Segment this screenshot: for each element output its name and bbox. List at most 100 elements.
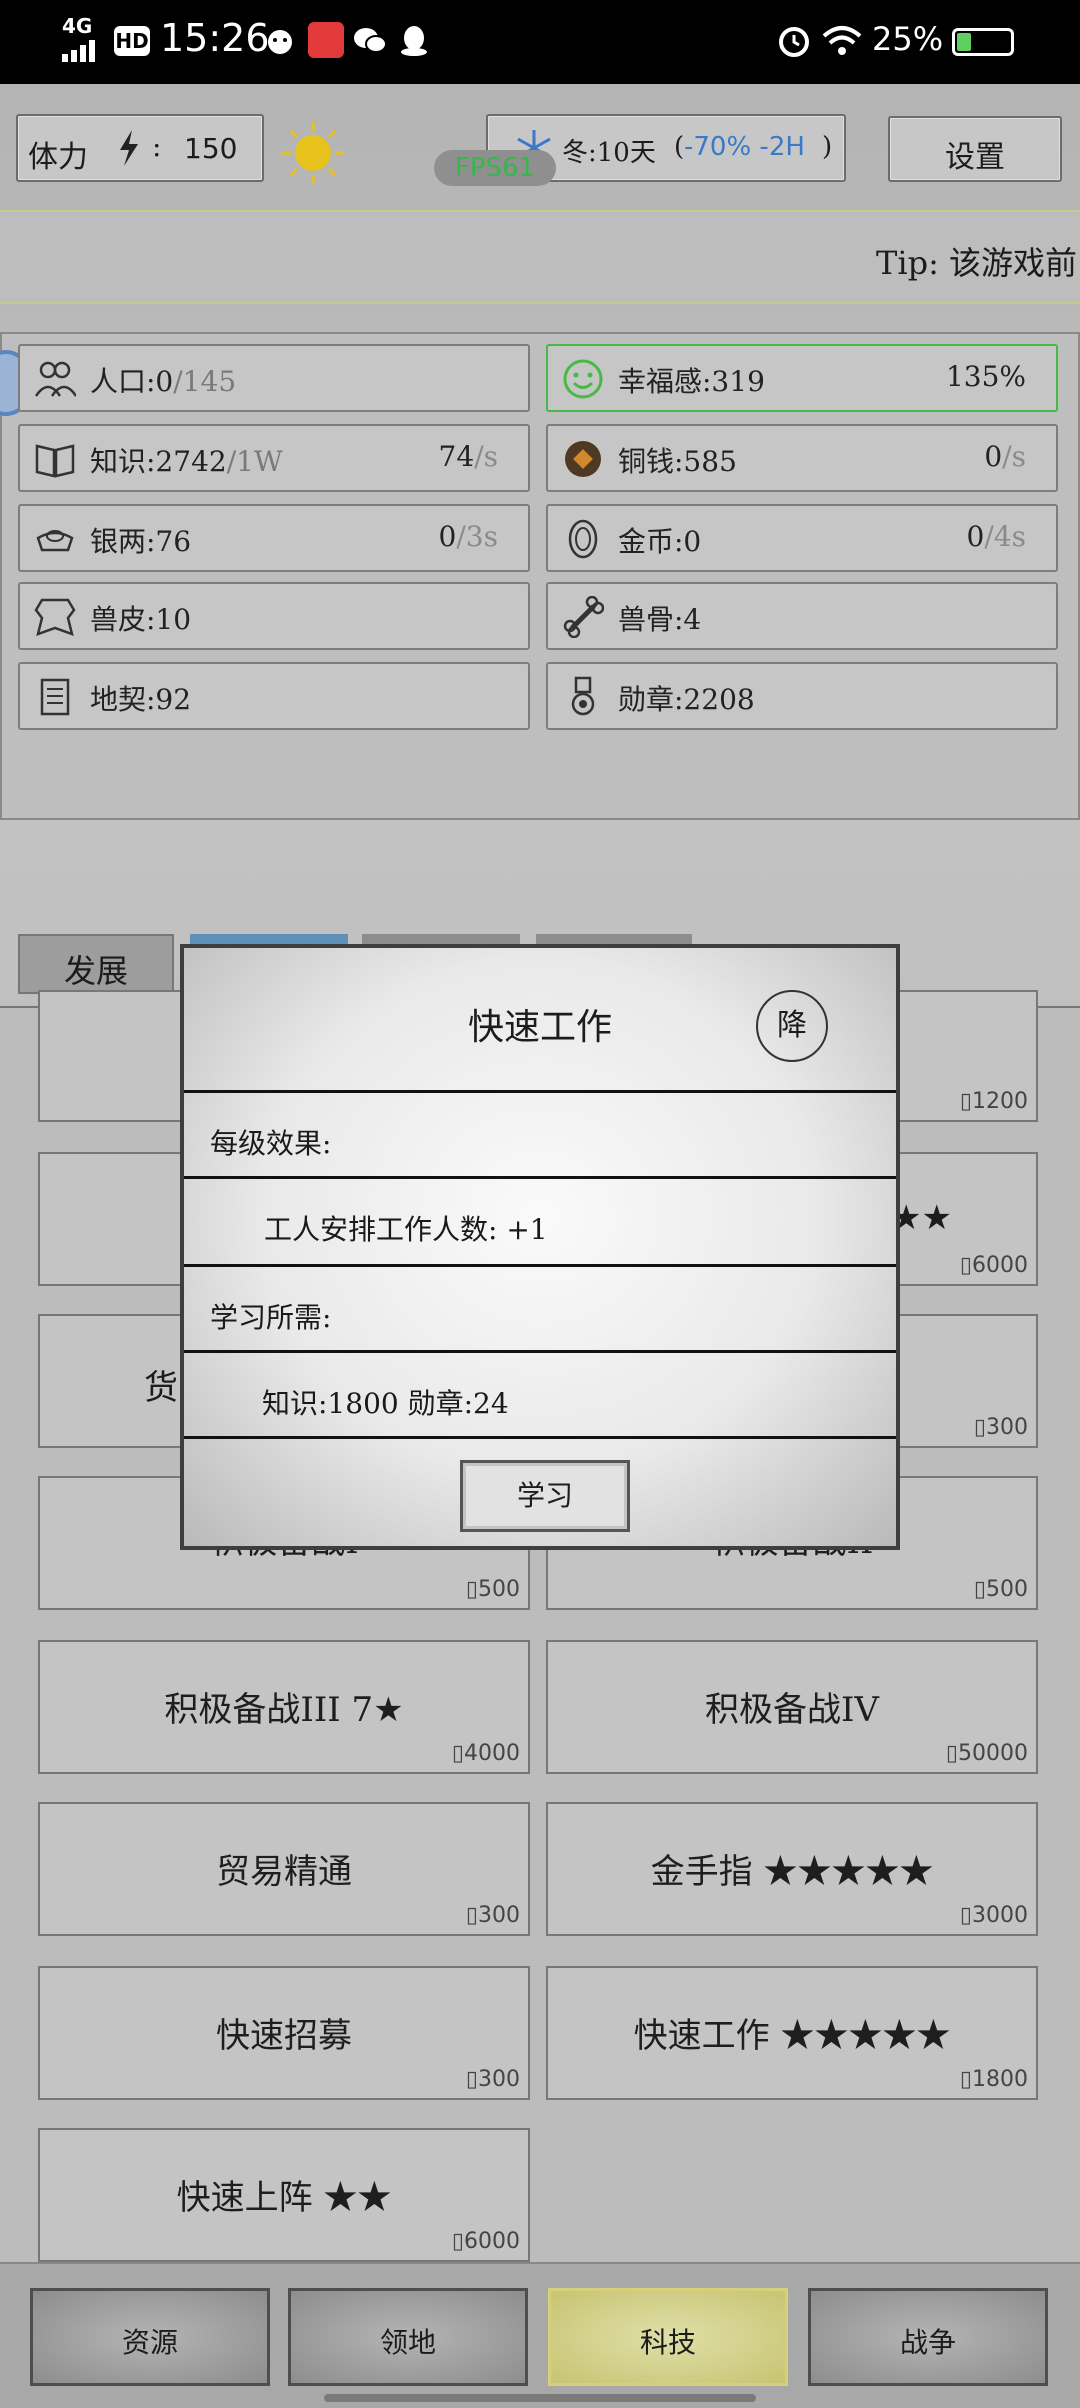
people-icon xyxy=(34,358,78,400)
nav-war[interactable]: 战争 xyxy=(808,2288,1048,2386)
nav-territory[interactable]: 领地 xyxy=(288,2288,528,2386)
signal-icon xyxy=(62,40,102,62)
tab-develop[interactable]: 发展 xyxy=(18,934,174,994)
resource-bone: 兽骨:4 xyxy=(546,582,1058,650)
divider xyxy=(184,1264,896,1267)
hd-badge: HD xyxy=(114,26,150,56)
silver-rate: 0 xyxy=(438,520,457,553)
tech-name: 快速招募 xyxy=(216,2016,352,2056)
tech-detail-dialog: 快速工作 降 每级效果: 工人安排工作人数: +1 学习所需: 知识:1800 … xyxy=(180,944,900,1550)
robot-notification-icon xyxy=(262,22,298,58)
gold-value: 金币:0 xyxy=(618,525,702,558)
smiley-icon xyxy=(562,358,604,400)
nav-resources-label: 资源 xyxy=(121,2326,178,2359)
tech-cost: 4000 xyxy=(464,1741,520,1766)
book-icon: ▯ xyxy=(959,1253,972,1278)
bone-icon xyxy=(562,595,605,639)
tech-cost: 6000 xyxy=(464,2229,520,2254)
gold-rate: 0 xyxy=(966,520,985,553)
silver-ingot-icon xyxy=(34,518,76,560)
tip-bar: Tip: 该游戏前 xyxy=(0,210,1080,304)
network-indicator: 4G xyxy=(62,14,93,38)
wifi-icon xyxy=(822,22,862,58)
hide-icon xyxy=(34,596,76,638)
tech-cost: 6000 xyxy=(972,1253,1028,1278)
tech-item[interactable]: 金手指 ★★★★★ ▯3000 xyxy=(546,1802,1038,1936)
requirement-text: 知识:1800 勋章:24 xyxy=(262,1387,509,1420)
book-icon: ▯ xyxy=(973,1577,986,1602)
tech-cost: 300 xyxy=(478,2067,520,2092)
downgrade-button[interactable]: 降 xyxy=(756,990,828,1062)
medal-value: 勋章:2208 xyxy=(618,683,755,716)
tech-name: 快速工作 ★★★★★ xyxy=(633,2016,951,2056)
nav-technology[interactable]: 科技 xyxy=(548,2288,788,2386)
tech-name: 快速上阵 ★★ xyxy=(176,2178,392,2218)
battery-percent: 25% xyxy=(872,20,944,58)
tech-item[interactable]: 快速工作 ★★★★★ ▯1800 xyxy=(546,1966,1038,2100)
deed-value: 地契:92 xyxy=(90,683,192,716)
gold-coin-icon xyxy=(562,518,604,560)
tab-develop-label: 发展 xyxy=(63,952,128,990)
tech-item[interactable]: 贸易精通 ▯300 xyxy=(38,1802,530,1936)
tab-hidden-3[interactable] xyxy=(536,934,692,944)
resource-knowledge: 知识:2742/1W 74/s xyxy=(18,424,530,492)
bone-value: 兽骨:4 xyxy=(618,603,702,636)
tech-item[interactable]: 积极备战III 7★ ▯4000 xyxy=(38,1640,530,1774)
tab-hidden-1[interactable] xyxy=(190,934,348,944)
settings-button[interactable]: 设置 xyxy=(888,116,1062,182)
tech-stars: ★★ xyxy=(891,1198,952,1238)
tech-item[interactable]: 积极备战IV ▯50000 xyxy=(546,1640,1038,1774)
resource-population: 人口:0/145 xyxy=(18,344,530,412)
qq-icon xyxy=(396,22,432,58)
tech-cost: 300 xyxy=(478,1903,520,1928)
tab-hidden-2[interactable] xyxy=(362,934,520,944)
tech-cost: 500 xyxy=(986,1577,1028,1602)
knowledge-value: 知识:2742 xyxy=(90,445,227,478)
stamina-value: 150 xyxy=(184,132,238,165)
nav-war-label: 战争 xyxy=(899,2326,956,2359)
app-notification-icon xyxy=(308,22,344,58)
nav-technology-label: 科技 xyxy=(639,2326,696,2359)
gold-rate-unit: /4s xyxy=(984,520,1026,553)
stamina-label: 体力 xyxy=(28,140,88,175)
divider xyxy=(184,1350,896,1353)
silver-value: 银两:76 xyxy=(90,525,192,558)
hide-value: 兽皮:10 xyxy=(90,603,192,636)
tech-name: 积极备战III 7★ xyxy=(164,1690,404,1730)
tip-text: Tip: 该游戏前 xyxy=(876,244,1078,282)
wechat-icon xyxy=(352,22,388,58)
effect-text: 工人安排工作人数: +1 xyxy=(264,1213,548,1246)
season-paren-close: ) xyxy=(822,132,833,162)
divider xyxy=(184,1090,896,1093)
book-icon: ▯ xyxy=(451,2229,464,2254)
tech-cost: 50000 xyxy=(958,1741,1028,1766)
effect-header: 每级效果: xyxy=(210,1127,332,1160)
book-icon: ▯ xyxy=(945,1741,958,1766)
settings-label: 设置 xyxy=(945,140,1005,175)
tech-item[interactable]: 快速招募 ▯300 xyxy=(38,1966,530,2100)
learn-button[interactable]: 学习 xyxy=(460,1460,630,1532)
lightning-icon xyxy=(114,128,144,166)
tech-name: 金手指 ★★★★★ xyxy=(650,1852,934,1892)
knowledge-cap: /1W xyxy=(226,445,283,478)
book-icon: ▯ xyxy=(465,1577,478,1602)
resource-silver: 银两:76 0/3s xyxy=(18,504,530,572)
home-indicator[interactable] xyxy=(324,2394,756,2402)
tech-cost: 1200 xyxy=(972,1089,1028,1114)
knowledge-rate: 74 xyxy=(438,440,475,473)
tech-item[interactable]: 快速上阵 ★★ ▯6000 xyxy=(38,2128,530,2262)
resource-deed: 地契:92 xyxy=(18,662,530,730)
happiness-value: 幸福感:319 xyxy=(618,365,765,398)
divider xyxy=(184,1176,896,1179)
resource-gold: 金币:0 0/4s xyxy=(546,504,1058,572)
status-bar: 4G HD 15:26 25% xyxy=(0,0,1080,84)
tech-name: 积极备战IV xyxy=(705,1690,879,1730)
book-icon: ▯ xyxy=(959,1903,972,1928)
tech-cost: 1800 xyxy=(972,2067,1028,2092)
season-paren-open: ( xyxy=(674,132,685,162)
nav-resources[interactable]: 资源 xyxy=(30,2288,270,2386)
book-icon xyxy=(34,438,76,480)
silver-rate-unit: /3s xyxy=(456,520,498,553)
book-icon: ▯ xyxy=(465,2067,478,2092)
happiness-percent: 135% xyxy=(945,360,1026,393)
